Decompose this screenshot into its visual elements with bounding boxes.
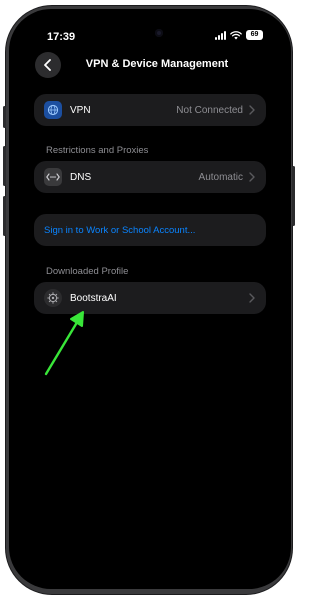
volume-down-button bbox=[3, 196, 6, 236]
action-button bbox=[3, 106, 6, 128]
screen: 17:39 69 VPN & Device Management VPN Not… bbox=[13, 13, 287, 585]
volume-up-button bbox=[3, 146, 6, 186]
power-button bbox=[292, 166, 295, 226]
annotation-arrow bbox=[44, 311, 84, 376]
